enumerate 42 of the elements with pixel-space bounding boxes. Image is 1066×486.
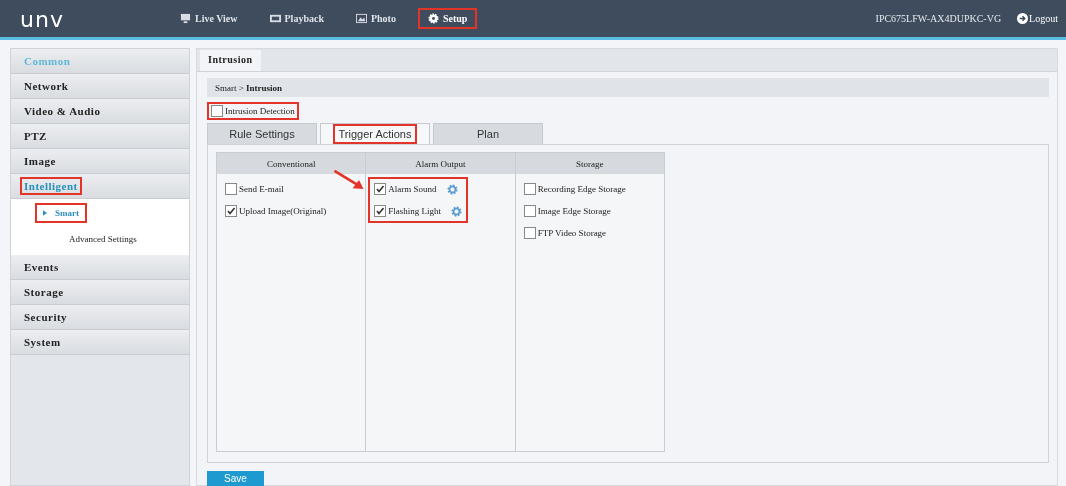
intrusion-detection-checkbox[interactable]: Intrusion Detection bbox=[207, 102, 299, 120]
option-checkbox[interactable]: Upload Image(Original) bbox=[221, 202, 331, 220]
sidebar-item[interactable]: Events bbox=[20, 258, 63, 276]
check-icon bbox=[375, 206, 386, 216]
option-checkbox[interactable]: Send E-mail bbox=[221, 180, 288, 198]
breadcrumb: Smart > Intrusion bbox=[215, 82, 283, 93]
nav-tab[interactable]: Photo bbox=[345, 8, 406, 29]
nav-tab[interactable]: Live View bbox=[170, 8, 248, 29]
submenu-item[interactable]: Smart bbox=[35, 203, 87, 223]
nav-tab[interactable]: Playback bbox=[259, 8, 334, 29]
triangle-icon bbox=[43, 210, 47, 216]
sidebar-item[interactable]: Image bbox=[20, 152, 60, 170]
device-name: IPC675LFW-AX4DUPKC-VG bbox=[875, 13, 1002, 24]
arrow-icon bbox=[333, 170, 366, 190]
option-checkbox[interactable]: Recording Edge Storage bbox=[519, 180, 630, 198]
logout-button[interactable]: Logout bbox=[1017, 13, 1058, 24]
logout-icon bbox=[1017, 13, 1029, 24]
film-icon bbox=[269, 13, 281, 24]
settings-icon[interactable] bbox=[451, 205, 463, 217]
check-icon bbox=[375, 184, 386, 194]
logo: unv bbox=[20, 6, 65, 32]
settings-icon bbox=[427, 13, 439, 24]
monitor-icon bbox=[180, 13, 191, 24]
settings-icon[interactable] bbox=[446, 183, 458, 195]
settings-tab[interactable]: Trigger Actions bbox=[320, 123, 430, 144]
nav-tab[interactable]: Setup bbox=[417, 8, 478, 29]
settings-tab[interactable]: Rule Settings bbox=[207, 123, 317, 144]
page-tab[interactable]: Intrusion bbox=[200, 50, 261, 71]
submenu-item[interactable]: Advanced Settings bbox=[61, 229, 145, 249]
option-checkbox[interactable]: Image Edge Storage bbox=[519, 202, 615, 220]
column-header: Storage bbox=[515, 153, 664, 174]
sidebar-item[interactable]: Storage bbox=[20, 283, 68, 301]
column-header: Conventional bbox=[217, 153, 366, 174]
option-checkbox[interactable]: Flashing Light bbox=[370, 202, 446, 220]
column-header: Alarm Output bbox=[366, 153, 515, 174]
option-checkbox[interactable]: FTP Video Storage bbox=[519, 224, 611, 242]
check-icon bbox=[226, 206, 236, 216]
option-checkbox[interactable]: Alarm Sound bbox=[370, 180, 441, 198]
sidebar-item[interactable]: PTZ bbox=[20, 127, 51, 145]
photo-icon bbox=[355, 13, 367, 24]
settings-tab[interactable]: Plan bbox=[433, 123, 543, 144]
sidebar-item[interactable]: System bbox=[20, 333, 65, 351]
